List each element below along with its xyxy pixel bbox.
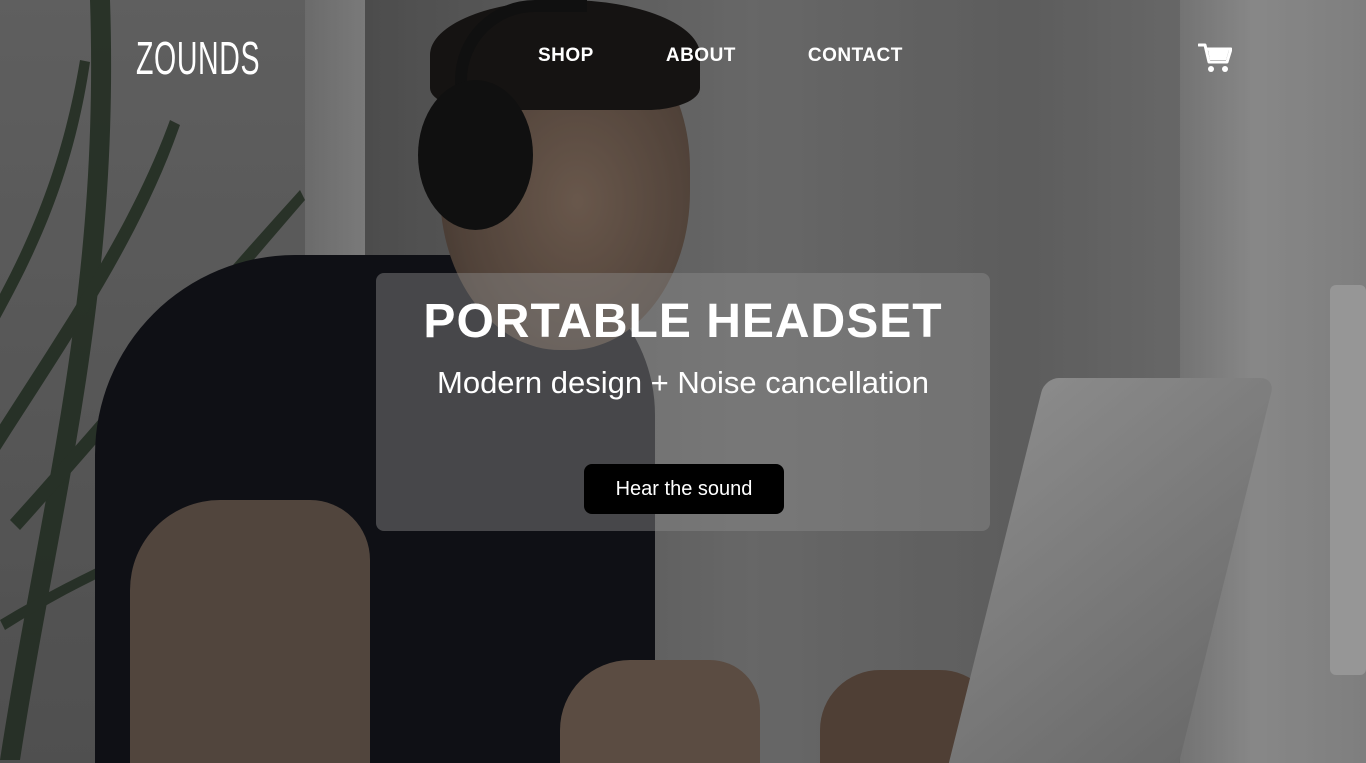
- nav-item-about[interactable]: ABOUT: [666, 44, 736, 68]
- hero-title: PORTABLE HEADSET: [423, 295, 943, 348]
- nav-item-contact[interactable]: CONTACT: [808, 44, 903, 68]
- site-logo[interactable]: ZOUNDS: [136, 33, 260, 83]
- nav-item-shop[interactable]: SHOP: [538, 44, 594, 68]
- hero-section: ZOUNDS SHOP ABOUT CONTACT PORTABLE HEADS…: [0, 0, 1366, 763]
- main-nav: SHOP ABOUT CONTACT: [538, 44, 903, 68]
- hero-subtitle: Modern design + Noise cancellation: [437, 365, 929, 400]
- hear-the-sound-button[interactable]: Hear the sound: [584, 464, 784, 514]
- cart-icon-graphic: [1197, 43, 1233, 72]
- shopping-cart-icon[interactable]: [1197, 42, 1233, 74]
